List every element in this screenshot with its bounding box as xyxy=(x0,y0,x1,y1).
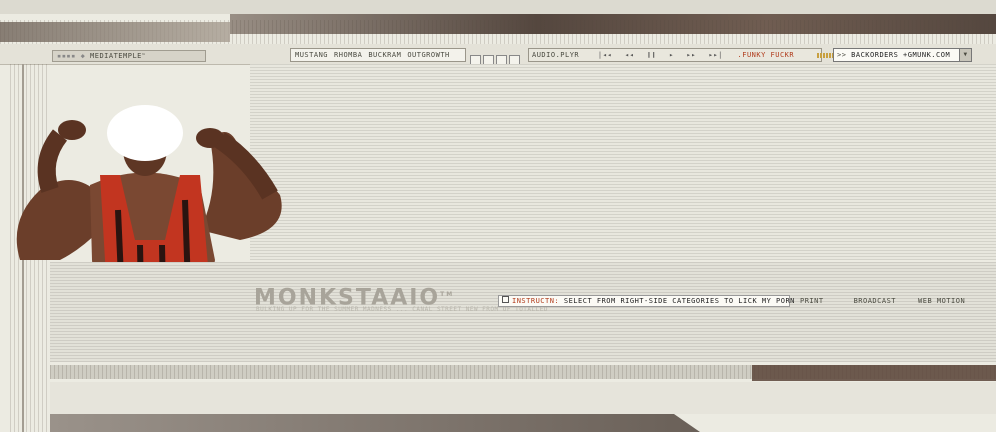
nav-item-outgrowth[interactable]: OUTGROWTH xyxy=(407,51,449,59)
lower-dark-block xyxy=(752,365,996,381)
minimize-icon[interactable] xyxy=(470,54,481,65)
link-web-motion[interactable]: WEB MOTION xyxy=(918,297,965,305)
logo-mark-icon: ▪▪▪▪ ◆ xyxy=(57,52,91,60)
mail-icon[interactable] xyxy=(483,54,494,65)
chevron-down-icon[interactable]: ▼ xyxy=(959,49,971,61)
logo-text: MEDIATEMPLE xyxy=(90,52,142,60)
nav-item-mustang[interactable]: MUSTANG xyxy=(295,51,328,59)
instruction-label: INSTRUCTN: xyxy=(512,297,560,305)
nav-item-buckram[interactable]: BUCKRAM xyxy=(368,51,401,59)
logo[interactable]: ▪▪▪▪ ◆ MEDIATEMPLE™ xyxy=(52,50,206,62)
rewind-icon[interactable]: ◂◂ xyxy=(625,49,634,61)
category-links: PRINT BROADCAST WEB MOTION xyxy=(800,296,965,306)
instruction-text: SELECT FROM RIGHT-SIDE CATEGORIES TO LIC… xyxy=(563,297,795,305)
window-controls xyxy=(470,49,522,65)
link-print[interactable]: PRINT xyxy=(800,297,824,305)
bottom-dark-band xyxy=(50,414,700,432)
stop-icon[interactable] xyxy=(496,54,507,65)
dropdown-value: BACKORDERS +GMUNK.COM xyxy=(851,51,951,59)
dropdown-prefix: >> xyxy=(837,51,847,59)
logo-tm: ™ xyxy=(141,53,146,59)
main-panel xyxy=(250,64,996,260)
top-edge-band xyxy=(0,0,996,14)
pause-icon[interactable]: ❙❙ xyxy=(647,49,656,61)
skip-forward-icon[interactable]: ▸▸| xyxy=(709,49,723,61)
site-dropdown[interactable]: >> BACKORDERS +GMUNK.COM ▼ xyxy=(833,48,972,62)
fast-forward-icon[interactable]: ▸▸ xyxy=(687,49,696,61)
square-icon xyxy=(502,296,509,303)
main-nav: MUSTANG RHOMBA BUCKRAM OUTGROWTH xyxy=(290,48,466,62)
audio-player: AUDIO.PLYR |◂◂ ◂◂ ❙❙ ▸ ▸▸ ▸▸| .FUNKY FUC… xyxy=(528,48,847,62)
brand-tm: TM xyxy=(440,291,455,298)
bottom-panel xyxy=(50,382,996,414)
skip-back-icon[interactable]: |◂◂ xyxy=(598,49,612,61)
top-left-block xyxy=(0,22,230,42)
tagline: BULKING UP FOR THE SUMMER MADNESS ... CA… xyxy=(256,306,548,313)
play-icon[interactable]: ▸ xyxy=(669,49,674,61)
lock-icon[interactable] xyxy=(509,54,520,65)
audio-player-label: AUDIO.PLYR xyxy=(532,51,580,59)
link-broadcast[interactable]: BROADCAST xyxy=(854,297,896,305)
track-title: .FUNKY FUCKR xyxy=(737,51,795,59)
instruction-bar: INSTRUCTN: SELECT FROM RIGHT-SIDE CATEGO… xyxy=(498,295,794,307)
nav-item-rhomba[interactable]: RHOMBA xyxy=(334,51,362,59)
